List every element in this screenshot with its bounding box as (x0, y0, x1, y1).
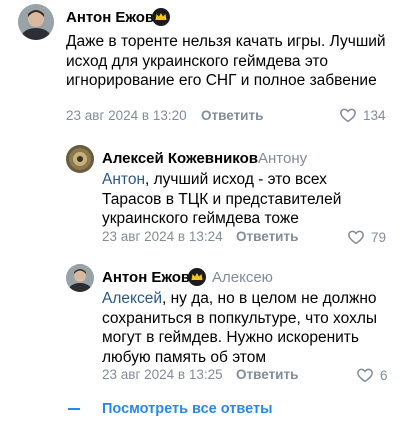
comment-date: 23 авг 2024 в 13:20 (66, 108, 187, 123)
avatar[interactable] (18, 4, 54, 40)
avatar[interactable] (66, 145, 94, 173)
show-all-replies-label: Посмотреть все ответы (102, 401, 273, 417)
reply-to-label[interactable]: Антону (258, 150, 307, 167)
comment-author[interactable]: Антон Ежов (102, 269, 190, 286)
reply-button[interactable]: Ответить (236, 229, 298, 244)
heart-icon (357, 368, 373, 383)
comment-date: 23 авг 2024 в 13:24 (102, 229, 223, 244)
reply-to-label[interactable]: Алексею (212, 269, 273, 286)
crown-badge-icon (188, 268, 206, 286)
heart-icon (340, 108, 356, 123)
comment-text: Даже в торенте нельзя качать игры. Лучши… (66, 33, 386, 89)
reply-button[interactable]: Ответить (201, 108, 263, 123)
like-button[interactable]: 134 (339, 106, 386, 124)
like-count: 6 (380, 367, 388, 383)
comment-author[interactable]: Антон Ежов (66, 9, 154, 26)
crown-badge-icon (152, 8, 170, 26)
dash-icon (68, 408, 80, 410)
mention-link[interactable]: Алексей (102, 290, 162, 307)
comment-text: Антон, лучший исход - это всех Тарасов в… (102, 170, 387, 229)
like-count: 79 (371, 229, 387, 245)
comment-author[interactable]: Алексей Кожевников (102, 150, 258, 167)
comment-date: 23 авг 2024 в 13:25 (102, 367, 223, 382)
like-count: 134 (363, 107, 386, 123)
heart-icon (348, 230, 364, 245)
comment-text: Алексей, ну да, но в целом не должно сох… (102, 289, 387, 367)
reply-button[interactable]: Ответить (236, 367, 298, 382)
avatar[interactable] (66, 264, 94, 292)
like-button[interactable]: 79 (347, 228, 386, 246)
show-all-replies-button[interactable]: Посмотреть все ответы (68, 401, 272, 417)
like-button[interactable]: 6 (356, 366, 388, 384)
mention-link[interactable]: Антон (102, 171, 145, 188)
